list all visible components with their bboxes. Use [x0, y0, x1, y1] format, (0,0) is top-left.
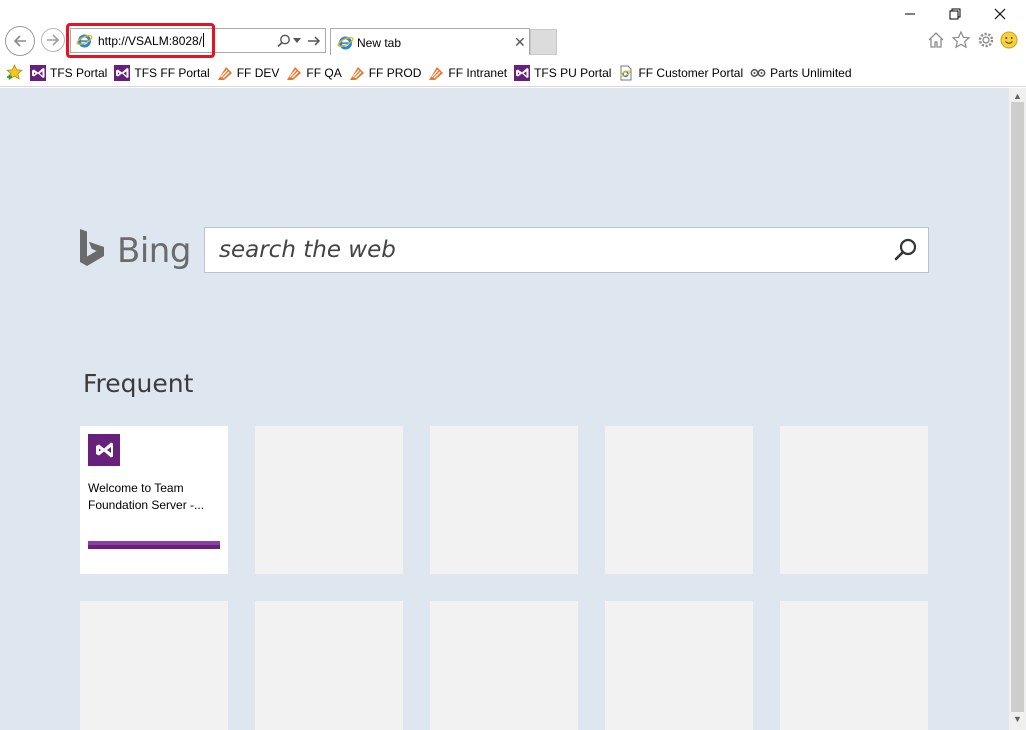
forward-arrow-icon — [47, 34, 60, 46]
bing-b-icon — [80, 229, 104, 266]
favorite-ff-intranet[interactable]: FF Intranet — [428, 58, 507, 87]
restore-icon[interactable] — [945, 4, 965, 24]
frequent-heading: Frequent — [83, 369, 194, 398]
favorite-ff-qa[interactable]: FF QA — [286, 58, 342, 87]
forward-button[interactable] — [41, 28, 65, 52]
frequent-tile-empty — [430, 601, 578, 730]
scroll-down-icon[interactable]: ▼ — [1013, 714, 1022, 724]
browser-top-bar: http://VSALM:8028/ New tab ✕ — [0, 0, 1026, 58]
favorite-ff-customer-portal[interactable]: FF Customer Portal — [618, 58, 743, 87]
home-icon[interactable] — [926, 30, 946, 50]
jenkins-icon — [217, 66, 232, 80]
star-icon[interactable] — [951, 30, 971, 50]
frequent-tile-empty — [605, 601, 753, 730]
go-arrow-icon[interactable] — [306, 33, 322, 49]
favorite-tfs-ff-portal[interactable]: TFS FF Portal — [114, 58, 210, 87]
bing-search-box[interactable] — [204, 227, 929, 273]
favorite-label: TFS FF Portal — [134, 65, 210, 80]
text-caret — [203, 33, 205, 47]
favorite-label: TFS PU Portal — [534, 65, 612, 80]
favorite-ff-dev[interactable]: FF DEV — [217, 58, 280, 87]
favorite-tfs-pu-portal[interactable]: TFS PU Portal — [514, 58, 611, 87]
tab-new-tab[interactable]: New tab ✕ — [330, 28, 530, 55]
bing-wordmark: Bing — [117, 231, 191, 271]
close-tab-icon[interactable]: ✕ — [514, 35, 526, 49]
favorite-label: FF DEV — [236, 65, 280, 80]
favorite-label: FF PROD — [368, 65, 422, 80]
favorite-label: FF Intranet — [448, 65, 508, 80]
ie-icon — [76, 34, 93, 48]
bing-search-input[interactable] — [219, 236, 869, 264]
visual-studio-icon — [88, 434, 120, 466]
tile-title: Welcome to Team Foundation Server -... — [88, 481, 205, 512]
favorite-parts-unlimited[interactable]: Parts Unlimited — [750, 58, 852, 87]
search-icon[interactable] — [893, 237, 919, 263]
frequent-tile-empty — [255, 426, 403, 574]
frequent-tile-tfs[interactable]: Welcome to Team Foundation Server -... — [80, 426, 228, 574]
favorites-list: TFS Portal TFS FF Portal FF DEV FF QA FF PRO… — [30, 58, 859, 87]
frequent-tile-empty — [80, 601, 228, 730]
jenkins-icon — [349, 66, 364, 80]
minimize-icon[interactable] — [900, 4, 920, 24]
ie-page-icon — [620, 65, 632, 80]
vertical-scrollbar[interactable]: ▲ ▼ — [1008, 88, 1026, 730]
new-tab-button[interactable] — [530, 29, 557, 55]
add-favorite-star-icon[interactable] — [5, 63, 24, 82]
frequent-tile-empty — [430, 426, 578, 574]
back-arrow-icon — [13, 35, 26, 47]
ie-icon — [337, 36, 354, 50]
visual-studio-icon — [30, 64, 46, 81]
tab-label: New tab — [357, 36, 402, 50]
close-icon[interactable] — [990, 4, 1010, 24]
smiley-icon[interactable] — [999, 30, 1019, 50]
address-bar[interactable]: http://VSALM:8028/ — [70, 28, 326, 53]
favorite-label: TFS Portal — [50, 65, 108, 80]
scroll-thumb[interactable] — [1011, 102, 1024, 712]
gear-icon[interactable] — [976, 30, 996, 50]
jenkins-icon — [287, 66, 302, 80]
search-icon[interactable] — [276, 33, 292, 49]
tile-accent-bar — [88, 541, 220, 549]
frequent-tile-empty — [255, 601, 403, 730]
visual-studio-icon — [514, 64, 531, 81]
back-button[interactable] — [5, 26, 35, 56]
favorite-label: Parts Unlimited — [770, 65, 852, 80]
visual-studio-icon — [114, 64, 131, 81]
favorite-ff-prod[interactable]: FF PROD — [349, 58, 422, 87]
chevron-down-icon[interactable] — [293, 38, 301, 44]
favorites-bar: TFS Portal TFS FF Portal FF DEV FF QA FF PRO… — [0, 58, 1026, 87]
address-url[interactable]: http://VSALM:8028/ — [98, 33, 205, 48]
parts-unlimited-icon — [750, 68, 766, 77]
bing-logo[interactable]: Bing — [78, 228, 191, 272]
new-tab-page: Bing Frequent Welcome to Team Foundation… — [0, 88, 1008, 730]
scroll-up-icon[interactable]: ▲ — [1013, 91, 1022, 101]
favorite-tfs-portal[interactable]: TFS Portal — [30, 58, 107, 87]
frequent-tile-empty — [780, 426, 928, 574]
jenkins-icon — [429, 66, 444, 80]
favorite-label: FF QA — [306, 65, 342, 80]
frequent-tile-empty — [605, 426, 753, 574]
frequent-tile-empty — [780, 601, 928, 730]
favorite-label: FF Customer Portal — [638, 65, 744, 80]
